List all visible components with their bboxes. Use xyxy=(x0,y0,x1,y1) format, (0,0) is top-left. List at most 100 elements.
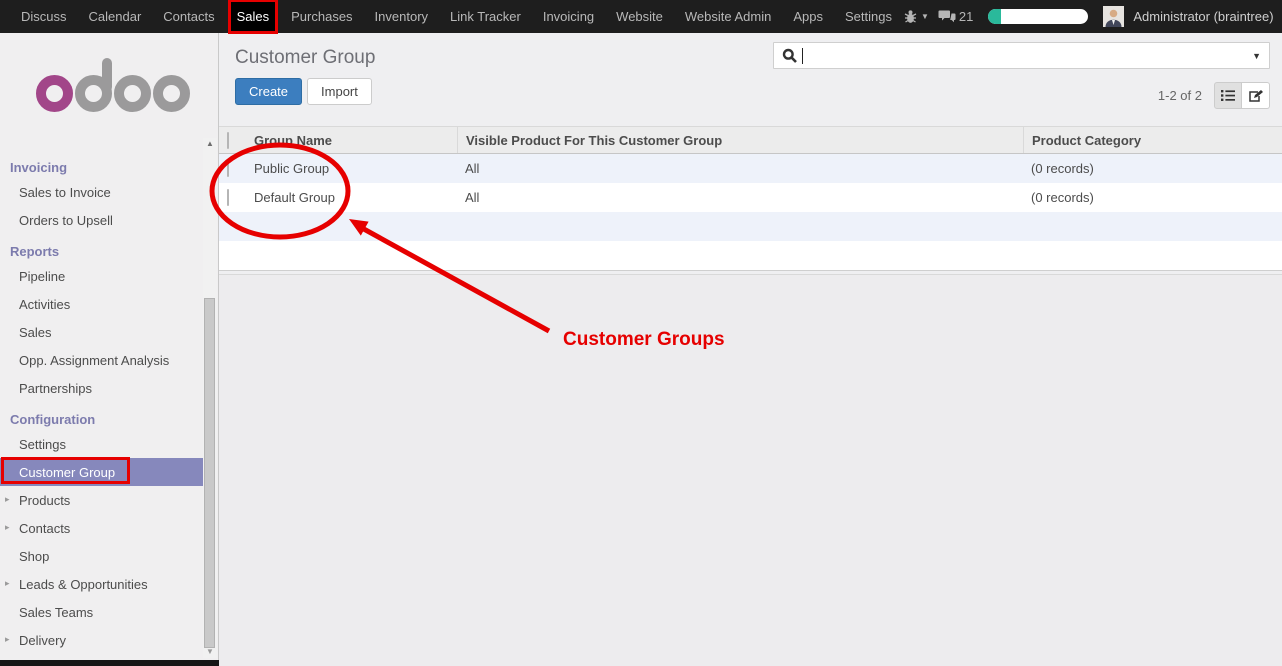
row-checkbox[interactable] xyxy=(227,189,229,206)
create-button[interactable]: Create xyxy=(235,78,302,105)
nav-item-website-admin[interactable]: Website Admin xyxy=(679,2,777,31)
page-title: Customer Group xyxy=(235,47,375,69)
sidebar-item-settings[interactable]: Settings xyxy=(0,430,204,458)
progress-bar-fill xyxy=(988,9,1001,24)
sidebar-item-delivery[interactable]: ▸Delivery xyxy=(0,626,204,654)
nav-item-inventory[interactable]: Inventory xyxy=(369,2,434,31)
messages-indicator[interactable]: 21 xyxy=(938,9,973,24)
column-header-group-name[interactable]: Group Name xyxy=(246,133,457,148)
sidebar-item-opp-assignment-analysis[interactable]: Opp. Assignment Analysis xyxy=(0,346,204,374)
sidebar-item-label: Activities xyxy=(19,297,70,312)
user-photo-icon xyxy=(1103,6,1124,27)
form-view-button[interactable] xyxy=(1242,82,1270,109)
sidebar-section-configuration: Configuration xyxy=(0,407,218,430)
sidebar-item-customer-group[interactable]: Customer Group xyxy=(0,458,204,486)
bug-icon xyxy=(903,9,918,24)
control-panel-right: ▼ 1-2 of 2 xyxy=(773,42,1270,126)
scrollbar-thumb[interactable] xyxy=(204,298,215,648)
progress-bar[interactable] xyxy=(988,9,1088,24)
avatar[interactable] xyxy=(1103,6,1124,27)
content-background xyxy=(219,274,1282,666)
sidebar-menu: Invoicing Sales to Invoice Orders to Upsel… xyxy=(0,155,218,654)
table-row[interactable]: Public GroupAll(0 records) xyxy=(219,154,1282,183)
expand-icon: ▸ xyxy=(5,494,10,505)
sidebar-item-products[interactable]: ▸Products xyxy=(0,486,204,514)
nav-menu: Discuss Calendar Contacts Sales Purchases Inv… xyxy=(10,2,903,31)
sidebar-item-shop[interactable]: Shop xyxy=(0,542,204,570)
sidebar-item-label: Orders to Upsell xyxy=(19,213,113,228)
sidebar-item-label: Settings xyxy=(19,437,66,452)
scroll-up-icon[interactable]: ▲ xyxy=(203,138,217,150)
table-row[interactable]: Default GroupAll(0 records) xyxy=(219,183,1282,212)
sidebar-item-sales[interactable]: Sales xyxy=(0,318,204,346)
control-panel-left: Customer Group Create Import xyxy=(235,42,375,126)
list-header-row: Group NameVisible Product For This Custo… xyxy=(219,127,1282,154)
edit-icon xyxy=(1248,89,1263,103)
column-header-product-category[interactable]: Product Category xyxy=(1023,127,1282,153)
sidebar-item-label: Partnerships xyxy=(19,381,92,396)
sidebar-scrollbar[interactable]: ▲ ▼ xyxy=(203,138,217,658)
sidebar-item-contacts[interactable]: ▸Contacts xyxy=(0,514,204,542)
sidebar-item-label: Customer Group xyxy=(19,465,115,480)
sidebar-section-invoicing: Invoicing xyxy=(0,155,218,178)
nav-item-discuss[interactable]: Discuss xyxy=(15,2,73,31)
sidebar-item-label: Sales Teams xyxy=(19,605,93,620)
sidebar-item-label: Sales xyxy=(19,325,52,340)
cell-name: Default Group xyxy=(246,190,457,205)
chat-bubbles-icon xyxy=(938,9,956,24)
search-dropdown-icon[interactable]: ▼ xyxy=(1252,51,1261,61)
nav-item-settings[interactable]: Settings xyxy=(839,2,898,31)
pager[interactable]: 1-2 of 2 xyxy=(1158,88,1202,103)
cell-category: (0 records) xyxy=(1023,161,1282,176)
search-bar: ▼ xyxy=(773,42,1270,69)
view-switcher xyxy=(1214,82,1270,109)
sidebar-item-orders-to-upsell[interactable]: Orders to Upsell xyxy=(0,206,204,234)
nav-item-purchases[interactable]: Purchases xyxy=(285,2,358,31)
list-view-button[interactable] xyxy=(1214,82,1242,109)
expand-icon: ▸ xyxy=(5,578,10,589)
sidebar-item-sales-teams[interactable]: Sales Teams xyxy=(0,598,204,626)
nav-item-contacts[interactable]: Contacts xyxy=(157,2,220,31)
debug-menu[interactable]: ▼ xyxy=(903,9,929,24)
sidebar-bottom-strip xyxy=(0,660,219,666)
logo-o2 xyxy=(114,75,151,112)
user-menu[interactable]: Administrator (braintree) xyxy=(1133,9,1273,24)
top-navbar: Discuss Calendar Contacts Sales Purchases Inv… xyxy=(0,0,1282,33)
nav-item-calendar[interactable]: Calendar xyxy=(83,2,148,31)
list-view: Group NameVisible Product For This Custo… xyxy=(219,127,1282,271)
select-all-checkbox[interactable] xyxy=(227,132,229,149)
sidebar-item-leads-opportunities[interactable]: ▸Leads & Opportunities xyxy=(0,570,204,598)
nav-item-website[interactable]: Website xyxy=(610,2,669,31)
nav-item-invoicing[interactable]: Invoicing xyxy=(537,2,600,31)
logo-o1 xyxy=(36,75,73,112)
chevron-down-icon: ▼ xyxy=(921,13,929,21)
search-input[interactable] xyxy=(803,43,1252,68)
import-button[interactable]: Import xyxy=(307,78,372,105)
scroll-down-icon[interactable]: ▼ xyxy=(203,646,217,658)
cell-visible: All xyxy=(457,190,1023,205)
nav-item-apps[interactable]: Apps xyxy=(787,2,829,31)
sidebar-item-sales-to-invoice[interactable]: Sales to Invoice xyxy=(0,178,204,206)
odoo-logo[interactable] xyxy=(36,60,218,112)
sidebar-item-label: Opp. Assignment Analysis xyxy=(19,353,169,368)
sidebar: Invoicing Sales to Invoice Orders to Upsel… xyxy=(0,33,219,666)
column-header-visible-product-for-this-customer-group[interactable]: Visible Product For This Customer Group xyxy=(457,127,1023,153)
systray: ▼ 21 Administrator (braintree) ▼ xyxy=(903,6,1282,27)
message-count: 21 xyxy=(959,9,973,24)
nav-item-link-tracker[interactable]: Link Tracker xyxy=(444,2,527,31)
logo-o3 xyxy=(153,75,190,112)
cell-visible: All xyxy=(457,161,1023,176)
nav-item-sales[interactable]: Sales xyxy=(231,2,276,31)
sidebar-item-label: Sales to Invoice xyxy=(19,185,111,200)
sidebar-item-pipeline[interactable]: Pipeline xyxy=(0,262,204,290)
list-icon xyxy=(1221,89,1235,102)
sidebar-item-partnerships[interactable]: Partnerships xyxy=(0,374,204,402)
logo-d xyxy=(75,75,112,112)
sidebar-item-activities[interactable]: Activities xyxy=(0,290,204,318)
row-checkbox[interactable] xyxy=(227,160,229,177)
search-icon xyxy=(782,48,798,64)
empty-row xyxy=(219,241,1282,270)
sidebar-item-label: Shop xyxy=(19,549,49,564)
cell-category: (0 records) xyxy=(1023,190,1282,205)
cell-name: Public Group xyxy=(246,161,457,176)
